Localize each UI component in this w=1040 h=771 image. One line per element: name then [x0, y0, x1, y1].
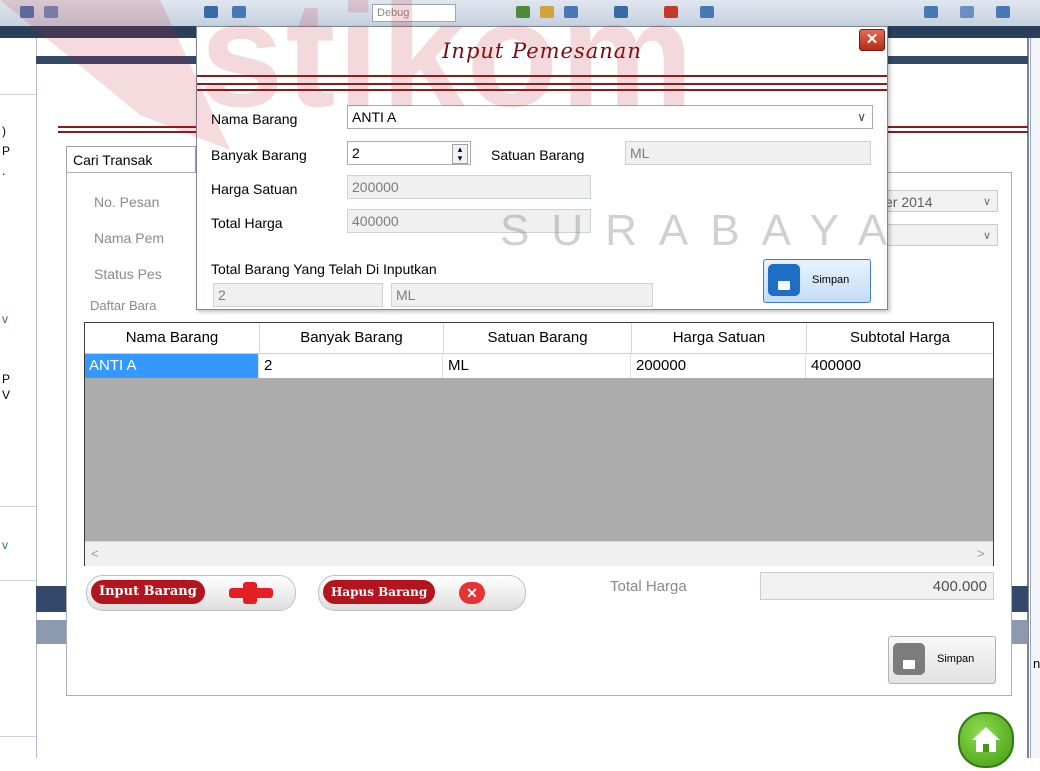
harga-satuan-label: Harga Satuan — [211, 181, 298, 197]
status-pesanan-label: Status Pes — [94, 266, 162, 282]
divider — [197, 75, 887, 77]
total-harga-label: Total Harga — [211, 215, 283, 231]
scroll-left-icon[interactable]: < — [91, 546, 99, 561]
total-inputkan-unit-field[interactable]: ML — [391, 283, 653, 307]
ide-toolbar: Debug — [0, 0, 1040, 27]
total-inputkan-label: Total Barang Yang Telah Di Inputkan — [211, 261, 437, 277]
toolbar-tool-icon[interactable] — [924, 6, 938, 18]
input-barang-button[interactable]: Input Barang — [86, 575, 296, 611]
column-header[interactable]: Banyak Barang — [260, 323, 444, 353]
column-header[interactable]: Satuan Barang — [444, 323, 632, 353]
spinner-icon[interactable]: ▴ ▾ — [452, 144, 468, 164]
toolbar-tool-icon[interactable] — [540, 6, 554, 18]
home-glyph — [972, 727, 1000, 752]
divider — [197, 89, 887, 91]
dialog-title: Input Pemesanan — [442, 39, 642, 63]
save-icon — [768, 264, 800, 296]
pause-icon[interactable] — [232, 6, 246, 18]
column-header[interactable]: Nama Barang — [85, 323, 260, 353]
total-harga-field[interactable]: 400000 — [347, 209, 591, 233]
stub-char: v — [2, 312, 8, 326]
stub-char: . — [2, 164, 6, 178]
total-harga-label: Total Harga — [610, 578, 687, 595]
right-background-panel: n — [1030, 38, 1040, 758]
nama-pemesan-label: Nama Pem — [94, 230, 165, 246]
forward-icon[interactable] — [44, 6, 58, 18]
stub-char: v — [2, 538, 8, 552]
nama-barang-label: Nama Barang — [211, 111, 298, 127]
table-cell[interactable]: ANTI A — [85, 354, 259, 378]
toolbar-tool-icon[interactable] — [614, 6, 628, 18]
stub-char: ) — [2, 124, 6, 138]
nama-barang-combo[interactable]: ANTI A ∨ — [347, 105, 873, 129]
divider — [0, 506, 36, 507]
scroll-right-icon[interactable]: > — [977, 546, 985, 561]
toolbar-tool-icon[interactable] — [960, 6, 974, 18]
divider — [886, 126, 1028, 128]
simpan-button[interactable]: Simpan — [888, 636, 996, 684]
home-icon[interactable] — [958, 712, 1014, 768]
divider — [0, 94, 36, 95]
stub-char: P — [2, 144, 11, 158]
banyak-barang-label: Banyak Barang — [211, 147, 307, 163]
divider — [197, 83, 887, 85]
toolbar-tool-icon[interactable] — [564, 6, 578, 18]
stub-char: V — [2, 388, 11, 402]
table-cell[interactable]: 400000 — [807, 354, 993, 378]
stub-char: P — [2, 372, 11, 386]
toolbar-tool-icon[interactable] — [700, 6, 714, 18]
chevron-down-icon: ∨ — [857, 110, 866, 124]
configuration-dropdown[interactable]: Debug — [372, 4, 456, 22]
total-inputkan-qty-field[interactable]: 2 — [213, 283, 383, 307]
start-debug-icon[interactable] — [204, 6, 218, 18]
hapus-barang-button[interactable]: Hapus Barang ✕ — [318, 575, 526, 611]
divider — [58, 126, 198, 128]
chevron-down-icon: ∨ — [982, 196, 991, 208]
nama-barang-value: ANTI A — [352, 109, 397, 125]
total-harga-field[interactable]: 400.000 — [760, 572, 994, 600]
dialog-simpan-button[interactable]: Simpan — [763, 259, 871, 303]
close-button[interactable]: ✕ — [859, 29, 885, 51]
date-picker[interactable]: er 2014 ∨ — [880, 190, 998, 212]
divider — [58, 131, 198, 133]
table-cell[interactable]: 200000 — [632, 354, 806, 378]
satuan-barang-field[interactable]: ML — [625, 141, 871, 165]
toolbar-tool-icon[interactable] — [996, 6, 1010, 18]
plus-icon — [229, 582, 273, 604]
daftar-barang-label: Daftar Bara — [90, 298, 157, 313]
no-pesanan-label: No. Pesan — [94, 194, 160, 210]
satuan-barang-label: Satuan Barang — [491, 147, 585, 163]
divider — [0, 736, 36, 737]
daftar-barang-grid[interactable]: Nama Barang Banyak Barang Satuan Barang … — [84, 322, 994, 566]
tab-cari-transaksi[interactable]: Cari Transak — [66, 146, 196, 172]
chevron-down-icon: ∨ — [982, 230, 991, 242]
table-cell[interactable]: 2 — [260, 354, 443, 378]
stub-char: n — [1033, 656, 1040, 671]
table-row[interactable]: ANTI A 2 ML 200000 400000 — [85, 354, 993, 378]
back-icon[interactable] — [20, 6, 34, 18]
grid-header: Nama Barang Banyak Barang Satuan Barang … — [85, 323, 993, 354]
table-cell[interactable]: ML — [444, 354, 631, 378]
simpan-label: Simpan — [937, 653, 975, 665]
close-icon: ✕ — [459, 582, 485, 604]
save-icon — [893, 643, 925, 675]
input-pemesanan-dialog: Input Pemesanan ✕ Nama Barang ANTI A ∨ B… — [196, 26, 888, 310]
banyak-barang-value: 2 — [352, 145, 360, 161]
horizontal-scrollbar[interactable]: < > — [85, 541, 993, 566]
divider — [0, 580, 36, 581]
simpan-label: Simpan — [812, 274, 850, 286]
input-barang-label: Input Barang — [91, 580, 205, 604]
toolbar-tool-icon[interactable] — [664, 6, 678, 18]
nama-pemesan-combo[interactable]: ∨ — [880, 224, 998, 246]
date-value: er 2014 — [885, 194, 933, 210]
harga-satuan-field[interactable]: 200000 — [347, 175, 591, 199]
column-header[interactable]: Subtotal Harga — [807, 323, 993, 353]
toolbar-tool-icon[interactable] — [516, 6, 530, 18]
divider — [886, 131, 1028, 133]
banyak-barang-stepper[interactable]: 2 ▴ ▾ — [347, 141, 471, 165]
hapus-barang-label: Hapus Barang — [323, 580, 436, 604]
column-header[interactable]: Harga Satuan — [632, 323, 807, 353]
